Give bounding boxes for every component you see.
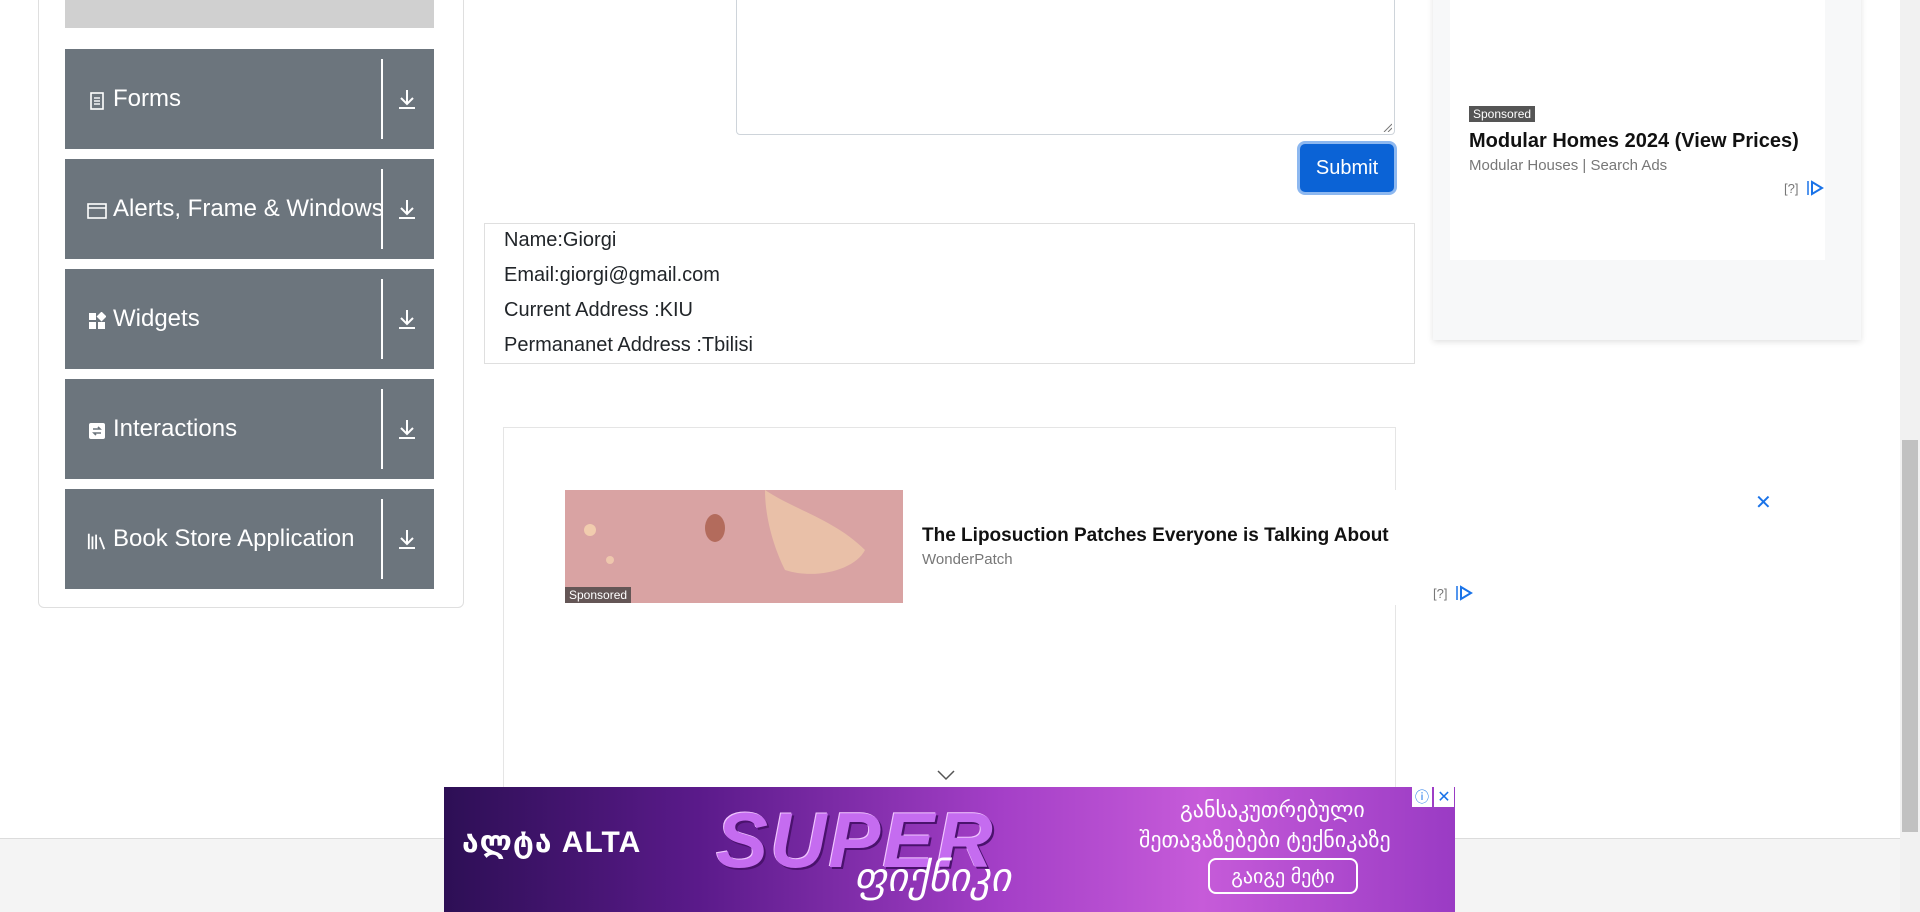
divider [381, 279, 383, 359]
expand-download-icon[interactable] [395, 527, 419, 551]
banner-cta-button[interactable]: გაიგე მეტი [1208, 858, 1358, 894]
ad-image[interactable]: Sponsored [565, 490, 903, 603]
permanent-address-textarea[interactable] [736, 0, 1395, 135]
native-ad[interactable]: Sponsored The Liposuction Patches Everyo… [565, 490, 1800, 605]
adchoices-icon[interactable] [1455, 585, 1473, 606]
output-email: Email:giorgi@gmail.com [504, 264, 720, 286]
sidebar-group-label: Book Store Application [113, 525, 355, 552]
sidebar-group-label: Widgets [113, 305, 200, 332]
output-current-address: Current Address :KIU [504, 299, 693, 321]
sponsored-badge: Sponsored [565, 587, 632, 603]
bottom-banner-ad[interactable]: ალტა ALTA SUPER ფიქნიკი განსაკუთრებული შ… [444, 787, 1455, 912]
sidebar-group-interactions[interactable]: Interactions [65, 379, 434, 479]
book-store-icon [87, 531, 107, 551]
mid-ad-title[interactable]: The Liposuction Patches Everyone is Talk… [922, 525, 1389, 547]
sidebar-group-label: Alerts, Frame & Windows [113, 195, 384, 222]
submit-button[interactable]: Submit [1300, 144, 1394, 192]
divider [381, 59, 383, 139]
divider [381, 499, 383, 579]
banner-text-line2: შეთავაზებები ტექნიკაზე [1139, 827, 1391, 852]
output-name: Name:Giorgi [504, 229, 617, 251]
scrollbar-thumb[interactable] [1902, 440, 1918, 832]
mid-ad-source[interactable]: WonderPatch [922, 551, 1013, 568]
expand-download-icon[interactable] [395, 417, 419, 441]
sponsored-badge: Sponsored [1469, 106, 1536, 122]
banner-text-line1: განსაკუთრებული [1180, 797, 1365, 822]
sidebar-group-book-store[interactable]: Book Store Application [65, 489, 434, 589]
right-ad-card[interactable]: Sponsored Modular Homes 2024 (View Price… [1450, 0, 1825, 260]
right-ad-title[interactable]: Modular Homes 2024 (View Prices) [1469, 130, 1799, 153]
sidebar-group-label: Forms [113, 85, 181, 112]
sidebar-group-label: Interactions [113, 415, 238, 442]
ad-help-link[interactable]: [?] [1433, 586, 1447, 601]
right-ad[interactable]: Sponsored Modular Homes 2024 (View Price… [1433, 0, 1861, 340]
resize-grip-icon[interactable] [1382, 122, 1392, 132]
right-ad-source[interactable]: Modular Houses | Search Ads [1469, 157, 1667, 174]
sidebar-group-partial[interactable] [65, 0, 434, 28]
chevron-down-icon[interactable] [936, 768, 956, 782]
info-icon[interactable]: ⓘ [1412, 787, 1432, 807]
output-panel: Name:Giorgi Email:giorgi@gmail.com Curre… [484, 223, 1415, 364]
close-icon[interactable]: ✕ [1755, 490, 1772, 515]
expand-download-icon[interactable] [395, 307, 419, 331]
banner-script-text: ფიქნიკი [854, 856, 1011, 900]
forms-icon [87, 91, 107, 111]
sidebar-group-widgets[interactable]: Widgets [65, 269, 434, 369]
banner-brand-logo: ალტა ALTA [462, 826, 642, 859]
output-permanent-address: Permananet Address :Tbilisi [504, 334, 754, 356]
expand-download-icon[interactable] [395, 87, 419, 111]
window-icon [87, 201, 107, 221]
close-icon[interactable]: ✕ [1434, 787, 1454, 807]
expand-download-icon[interactable] [395, 197, 419, 221]
sidebar-group-forms[interactable]: Forms [65, 49, 434, 149]
ad-frame [503, 427, 1396, 807]
widgets-icon [87, 311, 107, 331]
sidebar-group-alerts[interactable]: Alerts, Frame & Windows [65, 159, 434, 259]
divider [381, 169, 383, 249]
adchoices-icon[interactable] [1806, 180, 1824, 201]
divider [381, 389, 383, 469]
ad-help-link[interactable]: [?] [1784, 181, 1798, 196]
interactions-icon [87, 421, 107, 441]
